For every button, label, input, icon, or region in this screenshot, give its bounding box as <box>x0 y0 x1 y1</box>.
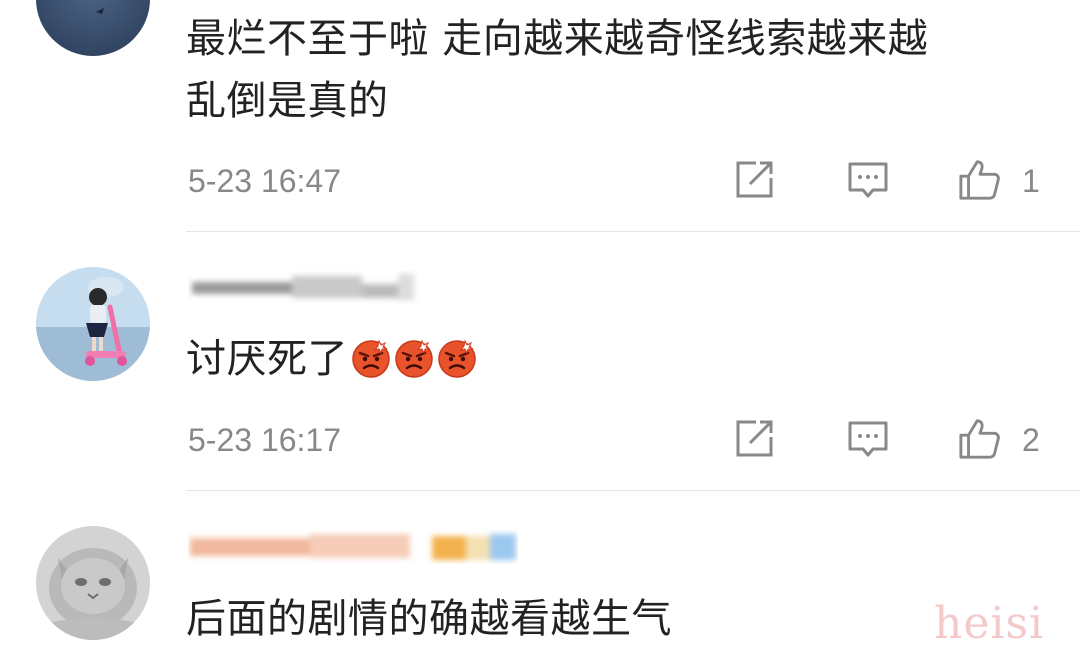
like-button[interactable] <box>958 158 1002 202</box>
comment-text-line: 最烂不至于啦 走向越来越奇怪线索越来越 <box>186 16 929 62</box>
username-blur <box>188 530 518 564</box>
avatar[interactable] <box>36 0 150 56</box>
angry-face-icon <box>395 339 433 378</box>
watermark: heisi <box>934 598 1045 649</box>
avatar[interactable] <box>36 526 150 640</box>
divider <box>186 231 1080 232</box>
comment-text: 讨厌死了 <box>186 328 477 390</box>
divider <box>186 490 1080 491</box>
comment-timestamp: 5-23 16:17 <box>188 422 342 458</box>
comment-text: 后面的剧情的确越看越生气 <box>186 596 672 642</box>
reply-button[interactable] <box>846 158 890 202</box>
like-button[interactable] <box>958 417 1002 461</box>
avatar[interactable] <box>36 267 150 381</box>
comment-text-content: 讨厌死了 <box>186 336 348 382</box>
like-count: 2 <box>1022 422 1040 458</box>
comment-list: 最烂不至于啦 走向越来越奇怪线索越来越 乱倒是真的 5-23 16:47 1 讨… <box>0 0 1080 656</box>
thumbs-up-icon <box>959 160 1000 200</box>
reply-button[interactable] <box>846 417 890 461</box>
username-blur <box>188 270 518 304</box>
comment-text-line: 乱倒是真的 <box>186 78 389 124</box>
comment-timestamp: 5-23 16:47 <box>188 163 342 199</box>
share-button[interactable] <box>732 158 776 202</box>
share-icon <box>736 420 773 457</box>
username[interactable] <box>188 270 518 304</box>
reply-icon <box>848 421 888 457</box>
angry-face-icon <box>438 339 476 378</box>
reply-icon <box>848 162 888 198</box>
username[interactable] <box>188 530 518 564</box>
thumbs-up-icon <box>959 419 1000 459</box>
comment-text: 最烂不至于啦 走向越来越奇怪线索越来越 乱倒是真的 <box>186 8 928 132</box>
share-button[interactable] <box>732 417 776 461</box>
share-icon <box>736 161 773 198</box>
like-count: 1 <box>1022 163 1040 199</box>
angry-face-icon <box>352 339 390 378</box>
